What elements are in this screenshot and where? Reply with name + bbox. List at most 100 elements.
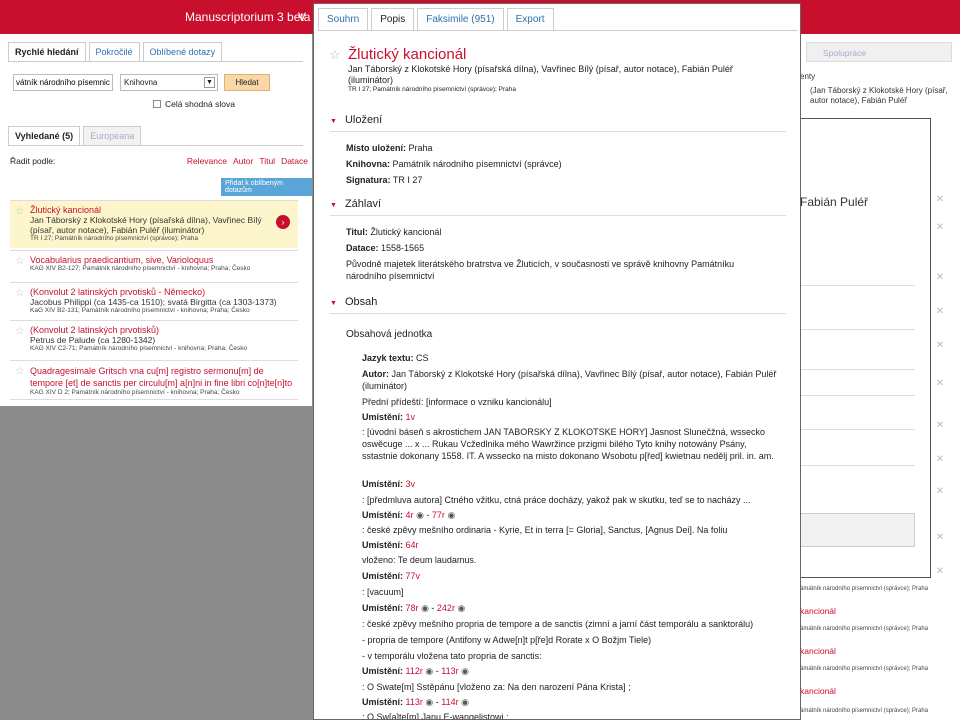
search-input[interactable]	[13, 74, 113, 91]
result-signature: KAG XIV B2-127; Památník národního písem…	[30, 265, 251, 272]
folio-link[interactable]: 77r	[432, 510, 445, 520]
eye-icon[interactable]: ◉	[425, 666, 433, 676]
tab-advanced[interactable]: Pokročilé	[88, 42, 140, 61]
close-icon[interactable]: ✕	[936, 378, 944, 389]
folio-link[interactable]: 64r	[406, 540, 419, 550]
result-title[interactable]: Vocabularius praedicantium, sive, Variol…	[30, 255, 298, 265]
star-icon[interactable]: ☆	[15, 366, 24, 377]
section-content[interactable]: ▼ Obsah	[330, 296, 786, 314]
record-authors: Jan Táborský z Klokotské Hory (písařská …	[348, 64, 733, 85]
folio-link[interactable]: 1v	[406, 412, 416, 422]
folio-link[interactable]: 4r	[406, 510, 414, 520]
folio-link[interactable]: 112r	[406, 666, 423, 676]
folio-link[interactable]: 114r	[441, 697, 458, 707]
close-icon[interactable]: ✕	[936, 486, 944, 497]
right-button[interactable]	[800, 513, 915, 547]
result-title[interactable]: Quadragesimale Gritsch vna cu[m] registr…	[30, 365, 298, 389]
result-title[interactable]: (Konvolut 2 latinských prvotisků)	[30, 325, 298, 335]
result-author: Jacobus Philippi (ca 1435-ca 1510); svat…	[30, 297, 277, 307]
triangle-down-icon[interactable]: ▼	[330, 300, 337, 307]
section-storage[interactable]: ▼ Uložení	[330, 114, 786, 132]
right-result-title[interactable]: kancionál	[800, 686, 836, 696]
folio-link[interactable]: 77v	[406, 571, 421, 581]
eye-icon[interactable]: ◉	[425, 697, 433, 707]
result-item[interactable]: ☆ (Konvolut 2 latinských prvotisků - Něm…	[10, 282, 298, 317]
sort-author[interactable]: Autor	[233, 156, 253, 166]
folio-link[interactable]: 113r	[406, 697, 423, 707]
content-author: Autor: Jan Táborský z Klokotské Hory (pí…	[362, 369, 777, 391]
result-item[interactable]: ☆ (Konvolut 2 latinských prvotisků) Petr…	[10, 320, 298, 355]
sort-label: Řadit podle:	[10, 156, 56, 166]
triangle-down-icon[interactable]: ▼	[330, 118, 337, 125]
tab-quick-search[interactable]: Rychlé hledání	[8, 42, 86, 61]
location-4-text: vloženo: Te deum laudamus.	[362, 555, 477, 565]
location-3-text: : české zpěvy mešního ordinaria - Kyrie,…	[362, 525, 728, 535]
eye-icon[interactable]: ◉	[457, 603, 465, 613]
result-item[interactable]: ☆ Vocabularius praedicantium, sive, Vari…	[10, 250, 298, 275]
right-result-title[interactable]: kancionál	[800, 646, 836, 656]
location-8-text: : O Sw[a]te[m] Janu E-wangelistowi ;	[362, 712, 509, 720]
close-icon[interactable]: ✕	[936, 222, 944, 233]
eye-icon[interactable]: ◉	[461, 666, 469, 676]
location-3: Umístění: 4r ◉ - 77r ◉	[362, 510, 456, 520]
content-unit: Obsahová jednotka	[346, 329, 433, 340]
star-icon[interactable]: ☆	[15, 288, 24, 299]
result-title[interactable]: Žlutický kancionál	[30, 205, 298, 215]
triangle-down-icon[interactable]: ▼	[330, 202, 337, 209]
exact-words-option[interactable]: Celá shodná slova	[153, 99, 235, 109]
folio-link[interactable]: 113r	[441, 666, 458, 676]
detail-tabs: Souhrn Popis Faksimile (951) Export	[318, 8, 798, 31]
header-date: Datace: 1558-1565	[346, 243, 425, 253]
add-to-favourites-button[interactable]: Přidat k oblíbeným dotazům	[221, 178, 312, 196]
star-icon[interactable]: ☆	[15, 326, 24, 337]
star-icon[interactable]: ☆	[15, 206, 24, 217]
folio-link[interactable]: 78r	[406, 603, 419, 613]
tab-favourite-queries[interactable]: Oblíbené dotazy	[142, 42, 223, 61]
chevron-down-icon[interactable]: ▼	[204, 77, 215, 88]
right-sub: ámátník národního písemnictví (správce);…	[800, 666, 929, 672]
tab-europeana[interactable]: Europeana	[83, 126, 142, 145]
exact-words-checkbox[interactable]	[153, 100, 161, 108]
record-signature: TR I 27; Památník národního písemnictví …	[348, 86, 516, 93]
search-button[interactable]: Hledat	[224, 74, 270, 91]
close-icon[interactable]: ✕	[936, 306, 944, 317]
location-5-text: : [vacuum]	[362, 587, 404, 597]
close-icon[interactable]: ✕	[936, 340, 944, 351]
close-icon[interactable]: ✕	[936, 532, 944, 543]
folio-link[interactable]: 242r	[437, 603, 455, 613]
right-sub: ámátník národního písemnictví (správce);…	[800, 626, 929, 632]
close-icon[interactable]: ✕	[936, 420, 944, 431]
storage-signature: Signatura: TR I 27	[346, 175, 423, 185]
tab-collaboration-label: Spolupráce	[823, 48, 867, 58]
app-menu-fragment[interactable]: V	[298, 10, 306, 24]
eye-icon[interactable]: ◉	[416, 510, 424, 520]
result-item[interactable]: ☆ Quadragesimale Gritsch vna cu[m] regis…	[10, 360, 298, 400]
tab-found[interactable]: Vyhledané (5)	[8, 126, 81, 145]
close-icon[interactable]: ✕	[936, 566, 944, 577]
eye-icon[interactable]: ◉	[461, 697, 469, 707]
library-select[interactable]: Knihovna ▼	[120, 74, 218, 91]
eye-icon[interactable]: ◉	[447, 510, 455, 520]
right-result-title[interactable]: kancionál	[800, 606, 836, 616]
tab-collaboration[interactable]: Spolupráce	[806, 42, 952, 62]
chevron-right-icon[interactable]: ›	[276, 215, 290, 229]
tab-facsimile[interactable]: Faksimile (951)	[417, 8, 504, 30]
close-icon[interactable]: ✕	[936, 454, 944, 465]
section-header[interactable]: ▼ Záhlaví	[330, 198, 786, 216]
close-icon[interactable]: ✕	[936, 272, 944, 283]
eye-icon[interactable]: ◉	[421, 603, 429, 613]
sort-title[interactable]: Titul	[259, 156, 275, 166]
folio-link[interactable]: 3v	[406, 479, 416, 489]
result-author: Petrus de Palude (ca 1280-1342)	[30, 335, 156, 345]
close-icon[interactable]: ✕	[936, 194, 944, 205]
sort-date[interactable]: Datace	[281, 156, 308, 166]
tab-export[interactable]: Export	[506, 8, 554, 30]
result-title[interactable]: (Konvolut 2 latinských prvotisků - Němec…	[30, 287, 298, 297]
result-signature: KAG XIV D 2; Památník národního písemnic…	[30, 389, 240, 396]
tab-summary[interactable]: Souhrn	[318, 8, 369, 30]
star-icon[interactable]: ☆	[329, 47, 341, 63]
result-item[interactable]: ☆ Žlutický kancionál Jan Táborský z Klok…	[10, 200, 298, 248]
sort-relevance[interactable]: Relevance	[187, 156, 227, 166]
tab-description[interactable]: Popis	[371, 8, 415, 30]
star-icon[interactable]: ☆	[15, 256, 24, 267]
